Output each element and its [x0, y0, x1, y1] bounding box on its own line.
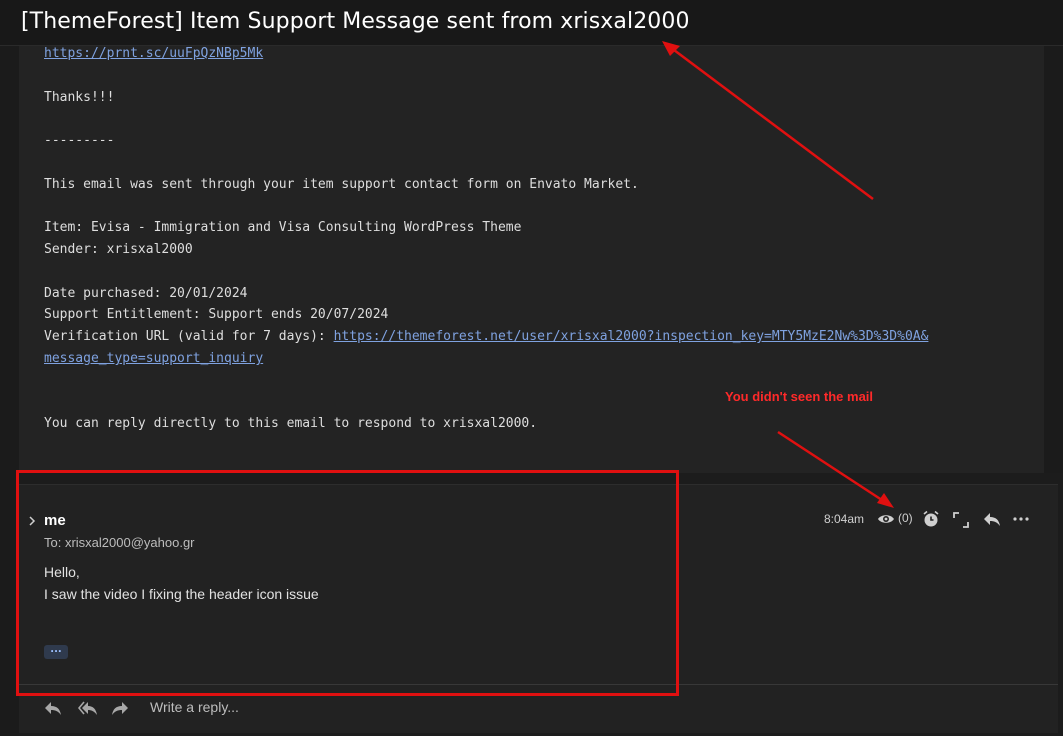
email-subject: [ThemeForest] Item Support Message sent … [21, 9, 690, 34]
annotation-note: You didn't seen the mail [725, 389, 874, 404]
separator-line: --------- [44, 133, 115, 148]
reply-icon[interactable] [44, 700, 62, 716]
verification-line: Verification URL (valid for 7 days): htt… [44, 329, 928, 345]
alarm-clock-icon[interactable] [922, 510, 940, 528]
verification-label: Verification URL (valid for 7 days): [44, 329, 334, 344]
date-purchased-line: Date purchased: 20/01/2024 [44, 286, 248, 301]
reply-all-icon[interactable] [78, 700, 98, 716]
expand-icon[interactable] [953, 512, 969, 528]
annotation-highlight-box [16, 470, 679, 696]
verification-link-continued[interactable]: message_type=support_inquiry [44, 351, 263, 367]
support-entitlement-line: Support Entitlement: Support ends 20/07/… [44, 307, 389, 322]
eye-icon[interactable] [877, 512, 895, 526]
original-message-body [19, 46, 1044, 473]
reply-input[interactable]: Write a reply... [150, 699, 239, 715]
reply-icon[interactable] [983, 511, 1001, 527]
verification-link[interactable]: https://themeforest.net/user/xrisxal2000… [334, 329, 929, 344]
sent-through-line: This email was sent through your item su… [44, 177, 639, 192]
more-options-icon[interactable] [1013, 517, 1029, 521]
title-bar: [ThemeForest] Item Support Message sent … [0, 0, 1063, 46]
reply-note-line: You can reply directly to this email to … [44, 416, 538, 431]
sender-line: Sender: xrisxal2000 [44, 242, 193, 257]
view-count: (0) [898, 511, 913, 525]
right-gutter [1044, 46, 1063, 473]
reply-time: 8:04am [824, 512, 865, 526]
item-line: Item: Evisa - Immigration and Visa Consu… [44, 220, 522, 235]
prnt-link[interactable]: https://prnt.sc/uuFpQzNBp5Mk [44, 46, 263, 62]
forward-icon[interactable] [111, 700, 129, 716]
thanks-line: Thanks!!! [44, 90, 115, 105]
